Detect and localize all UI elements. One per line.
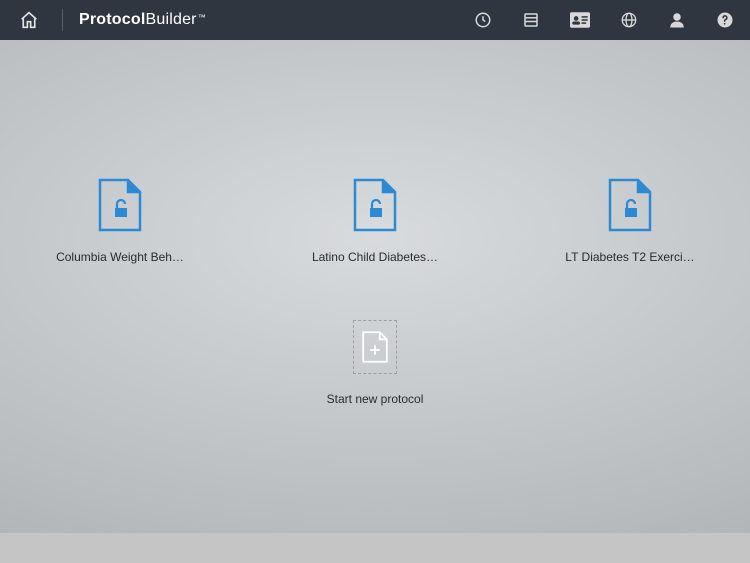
help-button[interactable] — [716, 11, 734, 29]
library-button[interactable] — [522, 11, 540, 29]
contacts-button[interactable] — [570, 12, 590, 28]
user-button[interactable] — [668, 11, 686, 29]
bottom-bar — [0, 533, 750, 563]
id-card-icon — [570, 12, 590, 28]
protocol-item[interactable]: LT Diabetes T2 Exerci… — [560, 178, 700, 264]
document-plus-icon — [362, 331, 388, 363]
protocol-grid: Columbia Weight Beh… Latino Child Diabet… — [0, 178, 750, 264]
start-new-protocol-button[interactable]: Start new protocol — [295, 320, 455, 406]
help-icon — [716, 11, 734, 29]
top-nav-bar: ProtocolBuilder™ — [0, 0, 750, 40]
new-protocol-label: Start new protocol — [327, 392, 424, 406]
top-nav-left: ProtocolBuilder™ — [16, 7, 206, 33]
globe-icon — [620, 11, 638, 29]
protocol-item[interactable]: Latino Child Diabetes… — [305, 178, 445, 264]
protocol-item-label: Columbia Weight Beh… — [56, 250, 184, 264]
protocol-item[interactable]: Columbia Weight Beh… — [50, 178, 190, 264]
globe-button[interactable] — [620, 11, 638, 29]
nav-divider — [62, 9, 63, 31]
protocol-item-label: LT Diabetes T2 Exerci… — [565, 250, 694, 264]
document-lock-icon — [608, 178, 652, 232]
new-protocol-row: Start new protocol — [0, 320, 750, 406]
home-button[interactable] — [16, 7, 42, 33]
history-icon — [474, 11, 492, 29]
home-icon — [19, 11, 39, 29]
protocol-item-label: Latino Child Diabetes… — [312, 250, 438, 264]
new-protocol-box — [353, 320, 397, 374]
brand-bold: Protocol — [79, 11, 146, 28]
brand-tm: ™ — [198, 13, 206, 22]
user-icon — [668, 11, 686, 29]
document-lock-icon — [353, 178, 397, 232]
library-icon — [522, 11, 540, 29]
top-nav-right — [474, 11, 734, 29]
main-content: Columbia Weight Beh… Latino Child Diabet… — [0, 40, 750, 533]
document-lock-icon — [98, 178, 142, 232]
brand-light: Builder — [146, 11, 197, 28]
history-button[interactable] — [474, 11, 492, 29]
brand-logo: ProtocolBuilder™ — [79, 11, 206, 29]
